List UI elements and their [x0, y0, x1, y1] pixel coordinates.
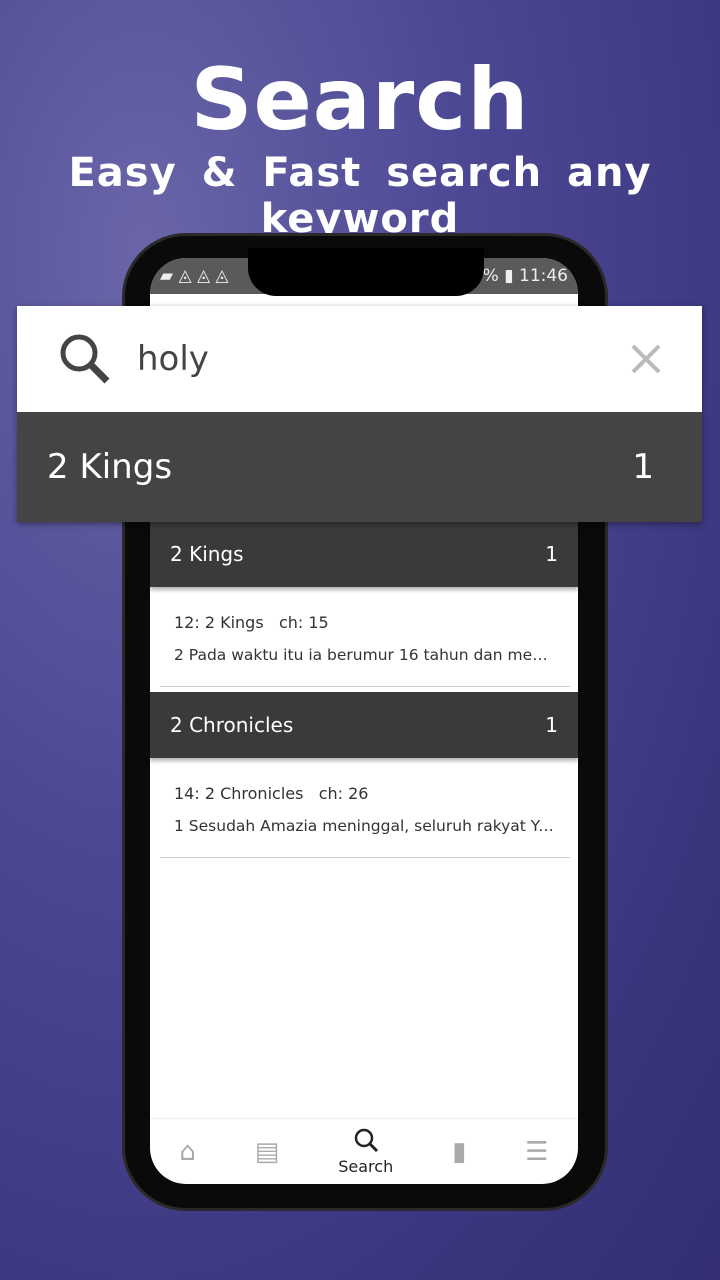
- group-count: 1: [632, 447, 654, 487]
- group-count: 1: [545, 713, 558, 737]
- group-book: 2 Kings: [47, 447, 173, 487]
- search-input[interactable]: holy: [137, 339, 630, 379]
- result-text: 2 Pada waktu itu ia berumur 16 tahun dan…: [174, 646, 556, 664]
- menu-icon[interactable]: ☰: [525, 1137, 548, 1167]
- notch: [248, 248, 484, 296]
- notification-icons: ▰ ◬ ◬ ◬: [160, 266, 229, 286]
- result-ref: 14: 2 Chronicles: [174, 784, 304, 803]
- nav-search-label: Search: [338, 1157, 394, 1176]
- search-icon: [60, 334, 110, 384]
- search-overlay: holy 2 Kings 1: [17, 306, 702, 522]
- result-chapter: ch: 26: [318, 784, 369, 803]
- page-title: Search: [190, 50, 530, 150]
- group-book: 2 Chronicles: [170, 713, 294, 737]
- group-book: 2 Kings: [170, 542, 244, 566]
- group-header-enlarged[interactable]: 2 Kings 1: [17, 412, 702, 522]
- close-icon[interactable]: [630, 343, 662, 375]
- result-item[interactable]: 12: 2 Kings ch: 15 2 Pada waktu itu ia b…: [160, 591, 570, 687]
- result-text: 1 Sesudah Amazia meninggal, seluruh raky…: [174, 817, 556, 835]
- page-subtitle: Easy & Fast search any keyword: [68, 150, 652, 242]
- search-bar: holy: [17, 306, 702, 412]
- home-icon[interactable]: ⌂: [179, 1137, 196, 1167]
- group-header[interactable]: 2 Kings 1: [150, 521, 578, 587]
- search-icon: [354, 1128, 378, 1153]
- nav-search[interactable]: Search: [338, 1127, 393, 1176]
- group-header[interactable]: 2 Chronicles 1: [150, 692, 578, 758]
- group-count: 1: [545, 542, 558, 566]
- bottom-nav: ⌂ ▤ Search ▮ ☰: [150, 1118, 578, 1184]
- bookmark-icon[interactable]: ▮: [452, 1137, 466, 1167]
- clock: 11:46: [519, 266, 568, 286]
- result-chapter: ch: 15: [278, 613, 329, 632]
- result-ref: 12: 2 Kings: [174, 613, 264, 632]
- result-item[interactable]: 14: 2 Chronicles ch: 26 1 Sesudah Amazia…: [160, 762, 570, 858]
- book-icon[interactable]: ▤: [255, 1137, 280, 1167]
